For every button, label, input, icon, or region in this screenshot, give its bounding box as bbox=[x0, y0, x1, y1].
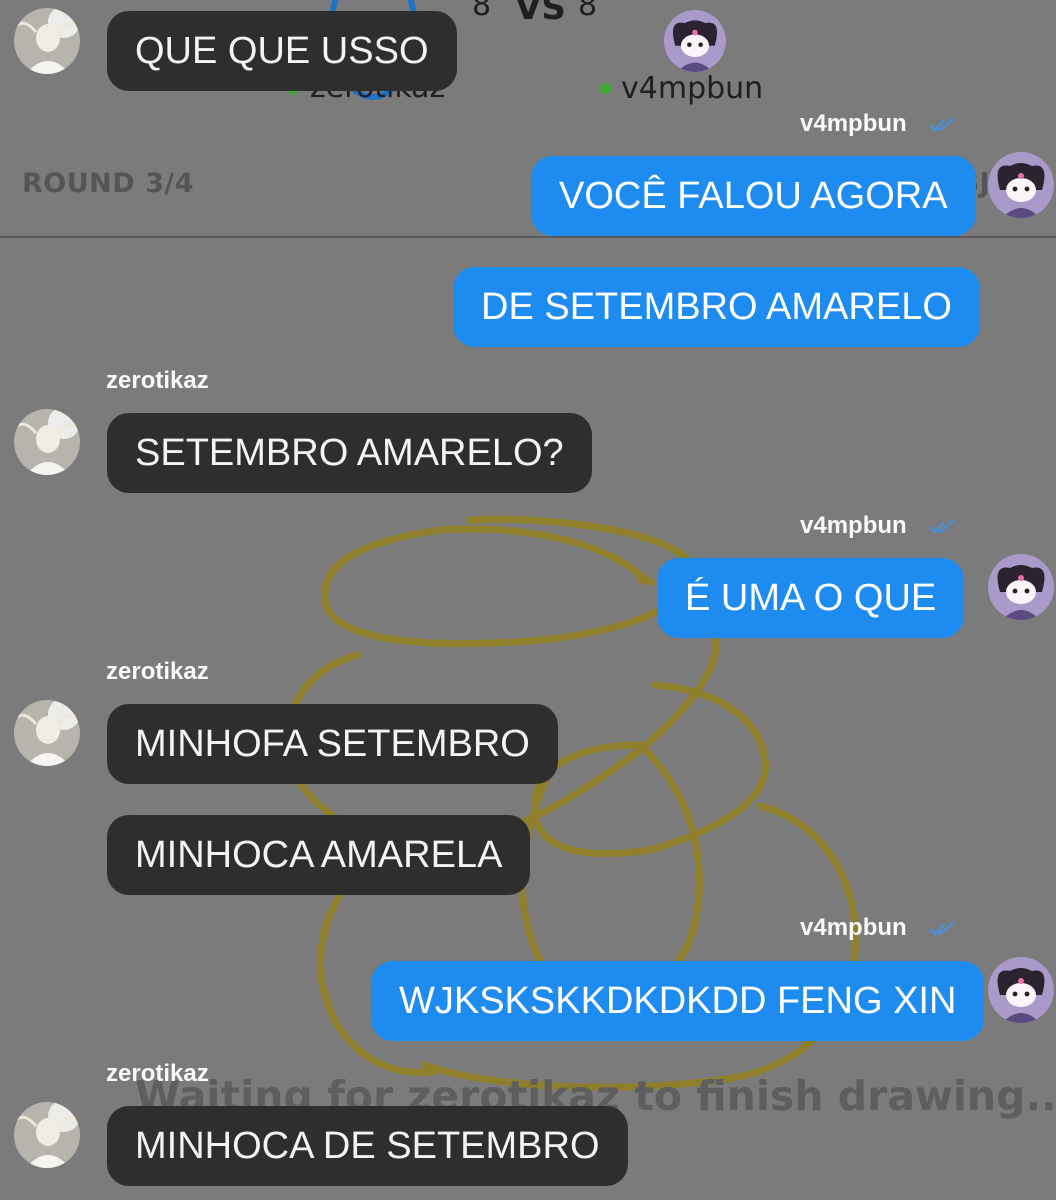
chat-overlay: QUE QUE USSO v4mpbun VOCÊ FALOU AGORA DE… bbox=[0, 0, 1056, 1200]
message-sender-name: zerotikaz bbox=[106, 658, 209, 685]
message-bubble-incoming[interactable]: MINHOFA SETEMBRO bbox=[107, 704, 558, 784]
double-check-icon bbox=[929, 519, 955, 534]
double-check-icon bbox=[929, 117, 955, 132]
avatar-v4mpbun[interactable] bbox=[988, 152, 1054, 218]
message-bubble-outgoing[interactable]: É UMA O QUE bbox=[657, 558, 965, 638]
message-bubble-incoming[interactable]: MINHOCA AMARELA bbox=[107, 815, 531, 895]
message-bubble-incoming[interactable]: QUE QUE USSO bbox=[107, 11, 457, 91]
message-bubble-outgoing[interactable]: DE SETEMBRO AMARELO bbox=[453, 267, 980, 347]
message-sender-name: zerotikaz bbox=[106, 1060, 209, 1087]
message-sender-name: v4mpbun bbox=[800, 914, 907, 941]
double-check-icon bbox=[929, 921, 955, 936]
message-bubble-incoming[interactable]: MINHOCA DE SETEMBRO bbox=[107, 1106, 628, 1186]
message-sender-name: zerotikaz bbox=[106, 367, 209, 394]
message-bubble-outgoing[interactable]: WJKSKSKKDKDKDD FENG XIN bbox=[371, 961, 985, 1041]
message-sender-name: v4mpbun bbox=[800, 110, 907, 137]
message-sender-name: v4mpbun bbox=[800, 512, 907, 539]
avatar-zerotikaz[interactable] bbox=[14, 409, 80, 475]
avatar-v4mpbun[interactable] bbox=[988, 957, 1054, 1023]
avatar-zerotikaz[interactable] bbox=[14, 1102, 80, 1168]
message-bubble-incoming[interactable]: SETEMBRO AMARELO? bbox=[107, 413, 592, 493]
avatar-v4mpbun[interactable] bbox=[988, 554, 1054, 620]
message-bubble-outgoing[interactable]: VOCÊ FALOU AGORA bbox=[531, 156, 976, 236]
avatar-zerotikaz[interactable] bbox=[14, 8, 80, 74]
avatar-zerotikaz[interactable] bbox=[14, 700, 80, 766]
